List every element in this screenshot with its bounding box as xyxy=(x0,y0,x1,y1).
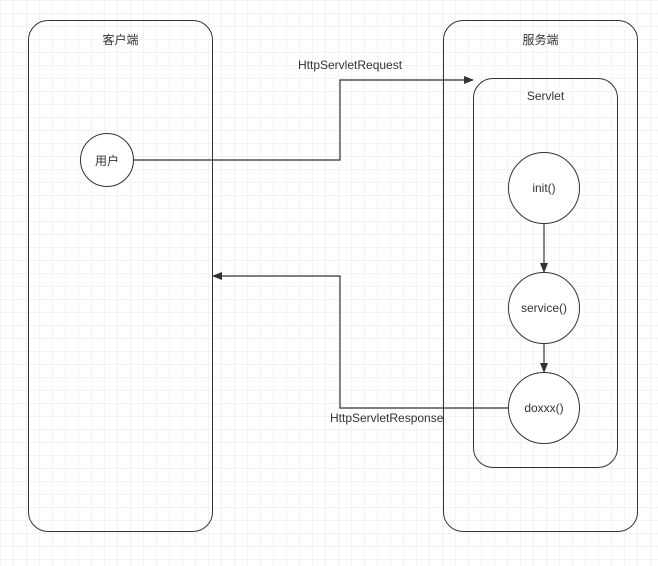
servlet-title: Servlet xyxy=(474,89,617,103)
service-label: service() xyxy=(521,301,567,315)
user-node: 用户 xyxy=(80,133,134,187)
request-label: HttpServletRequest xyxy=(298,58,402,72)
service-node: service() xyxy=(508,272,580,344)
response-label: HttpServletResponse xyxy=(330,411,443,425)
user-label: 用户 xyxy=(95,152,119,169)
init-label: init() xyxy=(532,181,555,195)
doxxx-node: doxxx() xyxy=(508,372,580,444)
client-title: 客户端 xyxy=(29,31,212,48)
init-node: init() xyxy=(508,152,580,224)
server-title: 服务端 xyxy=(444,31,637,48)
doxxx-label: doxxx() xyxy=(524,401,563,415)
client-box: 客户端 xyxy=(28,20,213,532)
